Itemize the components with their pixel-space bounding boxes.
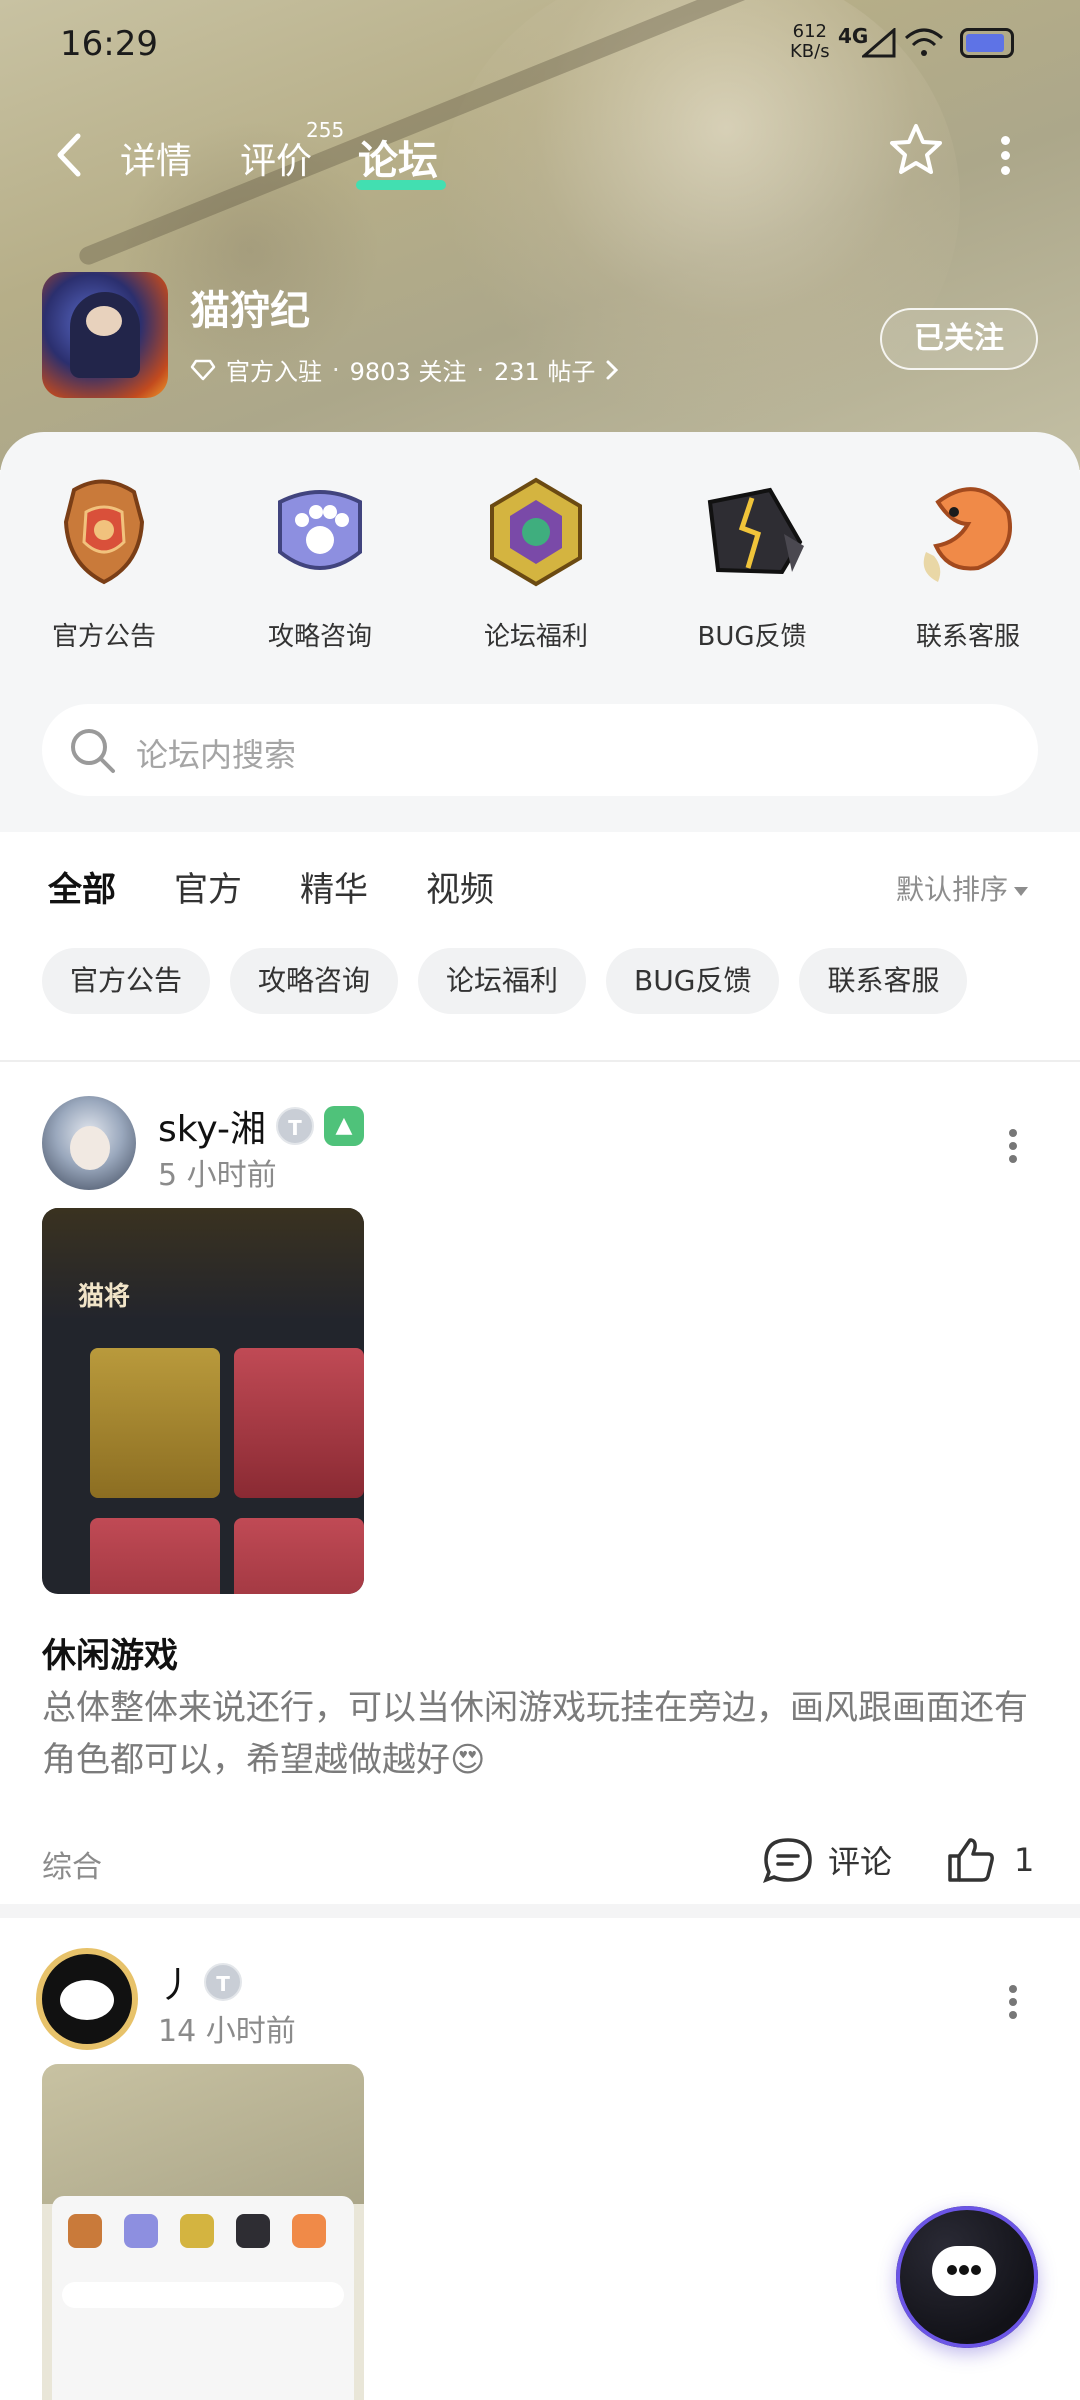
category-benefits[interactable]: 论坛福利	[436, 472, 636, 653]
post-more-icon[interactable]	[998, 1124, 1028, 1174]
thumbs-up-icon	[948, 1838, 994, 1882]
game-meta[interactable]: 官方入驻 · 9803 关注 · 231 帖子	[190, 352, 619, 387]
category-shortcuts: 官方公告 攻略咨询 论坛福利 BUG反馈 联系客服	[0, 472, 1080, 652]
game-info: 猫狩纪 官方入驻 · 9803 关注 · 231 帖子 已关注	[42, 272, 1042, 402]
official-label: 官方入驻	[226, 358, 322, 386]
signal-icon	[862, 28, 896, 58]
filter-tab-all[interactable]: 全部	[48, 862, 116, 915]
followers-count: 9803 关注	[349, 358, 467, 386]
gift-gem-icon	[476, 472, 596, 592]
net-speed: 612 KB/s	[790, 21, 830, 62]
status-time: 16:29	[60, 24, 158, 64]
tab-details[interactable]: 详情	[120, 132, 192, 184]
like-button[interactable]: 1	[946, 1836, 1034, 1884]
posts-count: 231 帖子	[494, 358, 596, 386]
post-title: 休闲游戏	[42, 1636, 178, 1676]
post-body: 总体整体来说还行，可以当休闲游戏玩挂在旁边，画风跟画面还有角色都可以，希望越做越…	[42, 1688, 1028, 1780]
chip-customer-service[interactable]: 联系客服	[799, 948, 968, 1014]
paw-badge-icon	[260, 472, 380, 592]
comment-icon	[763, 1838, 812, 1883]
sort-dropdown[interactable]: 默认排序	[896, 868, 1029, 908]
reviews-count-badge: 255	[306, 118, 345, 142]
avatar[interactable]	[36, 1948, 138, 2050]
post-image[interactable]: 猫将	[42, 1208, 364, 1594]
filter-tab-featured[interactable]: 精华	[300, 862, 368, 911]
post-footer: 综合 评论 1	[42, 1832, 1038, 1892]
wifi-icon	[905, 28, 943, 56]
post-image-caption: 猫将	[78, 1282, 131, 1312]
chip-benefits[interactable]: 论坛福利	[418, 948, 587, 1014]
forum-search-input[interactable]: 论坛内搜索	[42, 704, 1038, 796]
chevron-right-icon	[606, 360, 619, 379]
chip-announcement[interactable]: 官方公告	[42, 948, 211, 1014]
koi-fish-icon	[908, 472, 1028, 592]
post-tag[interactable]: 综合	[42, 1842, 102, 1886]
game-name: 猫狩纪	[190, 288, 310, 334]
filter-tab-official[interactable]: 官方	[174, 862, 242, 911]
category-announcement[interactable]: 官方公告	[4, 472, 204, 653]
post-time: 14 小时前	[158, 2014, 296, 2049]
bug-crystal-icon	[692, 472, 812, 592]
chip-bug-report[interactable]: BUG反馈	[606, 948, 780, 1014]
filter-bar: 全部 官方 精华 视频 默认排序 官方公告 攻略咨询 论坛福利 BUG反馈 联系…	[0, 832, 1080, 1062]
dropdown-triangle-icon	[1014, 886, 1029, 896]
post-time: 5 小时前	[158, 1158, 277, 1193]
announcement-badge-icon	[44, 472, 164, 592]
more-options-icon[interactable]	[990, 130, 1020, 180]
post-more-icon[interactable]	[998, 1980, 1028, 2030]
floating-chat-button[interactable]	[896, 2206, 1038, 2348]
battery-icon	[960, 28, 1014, 58]
chip-strategy[interactable]: 攻略咨询	[230, 948, 399, 1014]
game-icon[interactable]	[42, 272, 168, 398]
level-badge: T	[275, 1107, 314, 1145]
status-bar: 16:29 612 KB/s 4G	[0, 0, 1080, 90]
tab-forum[interactable]: 论坛	[356, 128, 446, 190]
search-placeholder: 论坛内搜索	[136, 736, 297, 774]
avatar[interactable]	[42, 1096, 136, 1190]
level-badge: T	[204, 1963, 243, 2001]
category-chips: 官方公告 攻略咨询 论坛福利 BUG反馈 联系客服	[42, 948, 968, 1014]
follow-button[interactable]: 已关注	[880, 308, 1038, 370]
comment-button[interactable]: 评论	[762, 1836, 892, 1884]
category-customer-service[interactable]: 联系客服	[868, 472, 1068, 653]
like-count: 1	[1014, 1841, 1035, 1879]
game-header: 16:29 612 KB/s 4G 详情 评价 255 论坛 猫狩纪 官方入驻 …	[0, 0, 1080, 470]
filter-tab-video[interactable]: 视频	[426, 862, 494, 911]
favorite-star-icon[interactable]	[886, 120, 946, 180]
top-navigation: 详情 评价 255 论坛	[0, 110, 1080, 200]
post-author[interactable]: sky-湘 T ▲	[158, 1100, 364, 1152]
vip-badge-icon: ▲	[323, 1106, 364, 1146]
back-arrow-icon[interactable]	[50, 130, 90, 180]
post-card[interactable]: sky-湘 T ▲ 5 小时前 猫将 休闲游戏 总体整体来说还行，可以当休闲游戏…	[0, 1062, 1080, 1918]
post-author[interactable]: 丿 T	[158, 1956, 243, 2008]
category-panel: 官方公告 攻略咨询 论坛福利 BUG反馈 联系客服 论坛内搜索	[0, 432, 1080, 832]
search-icon	[71, 729, 115, 773]
tab-reviews[interactable]: 评价 255	[240, 118, 344, 184]
official-diamond-icon	[190, 359, 216, 380]
category-bug-report[interactable]: BUG反馈	[652, 472, 852, 653]
post-image[interactable]	[42, 2064, 364, 2400]
category-strategy[interactable]: 攻略咨询	[220, 472, 420, 653]
